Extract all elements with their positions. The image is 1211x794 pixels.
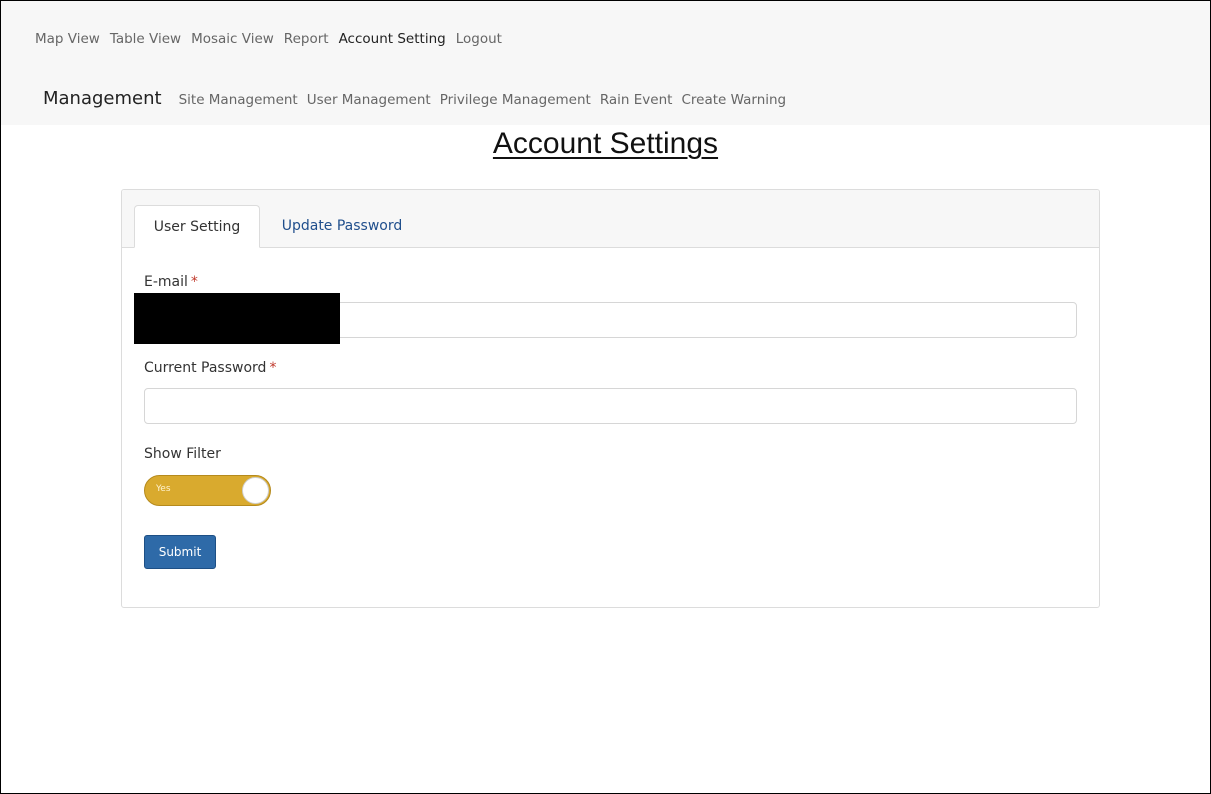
nav-user-management[interactable]: User Management xyxy=(307,92,431,108)
nav-site-management[interactable]: Site Management xyxy=(179,92,298,108)
show-filter-label: Show Filter xyxy=(144,446,221,462)
nav-create-warning[interactable]: Create Warning xyxy=(681,92,786,108)
nav-rain-event[interactable]: Rain Event xyxy=(600,92,673,108)
tab-user-setting[interactable]: User Setting xyxy=(134,205,260,248)
toggle-knob xyxy=(242,477,269,504)
management-nav: Management Site Management User Manageme… xyxy=(43,88,786,109)
current-password-field[interactable] xyxy=(144,388,1077,424)
submit-button[interactable]: Submit xyxy=(144,535,216,569)
toggle-state-text: Yes xyxy=(156,484,171,494)
email-label-text: E-mail xyxy=(144,274,188,290)
nav-report[interactable]: Report xyxy=(284,31,329,47)
email-label: E-mail * xyxy=(144,274,198,290)
settings-card: User Setting Update Password E-mail * Cur… xyxy=(121,189,1100,608)
nav-map-view[interactable]: Map View xyxy=(35,31,100,47)
management-brand: Management xyxy=(43,88,162,109)
email-required-mark: * xyxy=(190,274,198,290)
current-password-label-text: Current Password xyxy=(144,360,267,376)
nav-mosaic-view[interactable]: Mosaic View xyxy=(191,31,274,47)
redaction-box xyxy=(134,293,340,344)
nav-privilege-management[interactable]: Privilege Management xyxy=(440,92,591,108)
top-navbar: Map View Table View Mosaic View Report A… xyxy=(1,1,1210,125)
show-filter-toggle[interactable]: Yes xyxy=(144,475,271,506)
current-password-label: Current Password * xyxy=(144,360,276,376)
current-password-required-mark: * xyxy=(269,360,277,376)
main-nav: Map View Table View Mosaic View Report A… xyxy=(35,31,502,47)
tab-update-password[interactable]: Update Password xyxy=(262,205,422,247)
nav-logout[interactable]: Logout xyxy=(456,31,502,47)
nav-table-view[interactable]: Table View xyxy=(110,31,181,47)
tab-bar: User Setting Update Password xyxy=(122,190,1099,248)
nav-account-setting[interactable]: Account Setting xyxy=(339,31,446,47)
page-title: Account Settings xyxy=(492,127,719,160)
